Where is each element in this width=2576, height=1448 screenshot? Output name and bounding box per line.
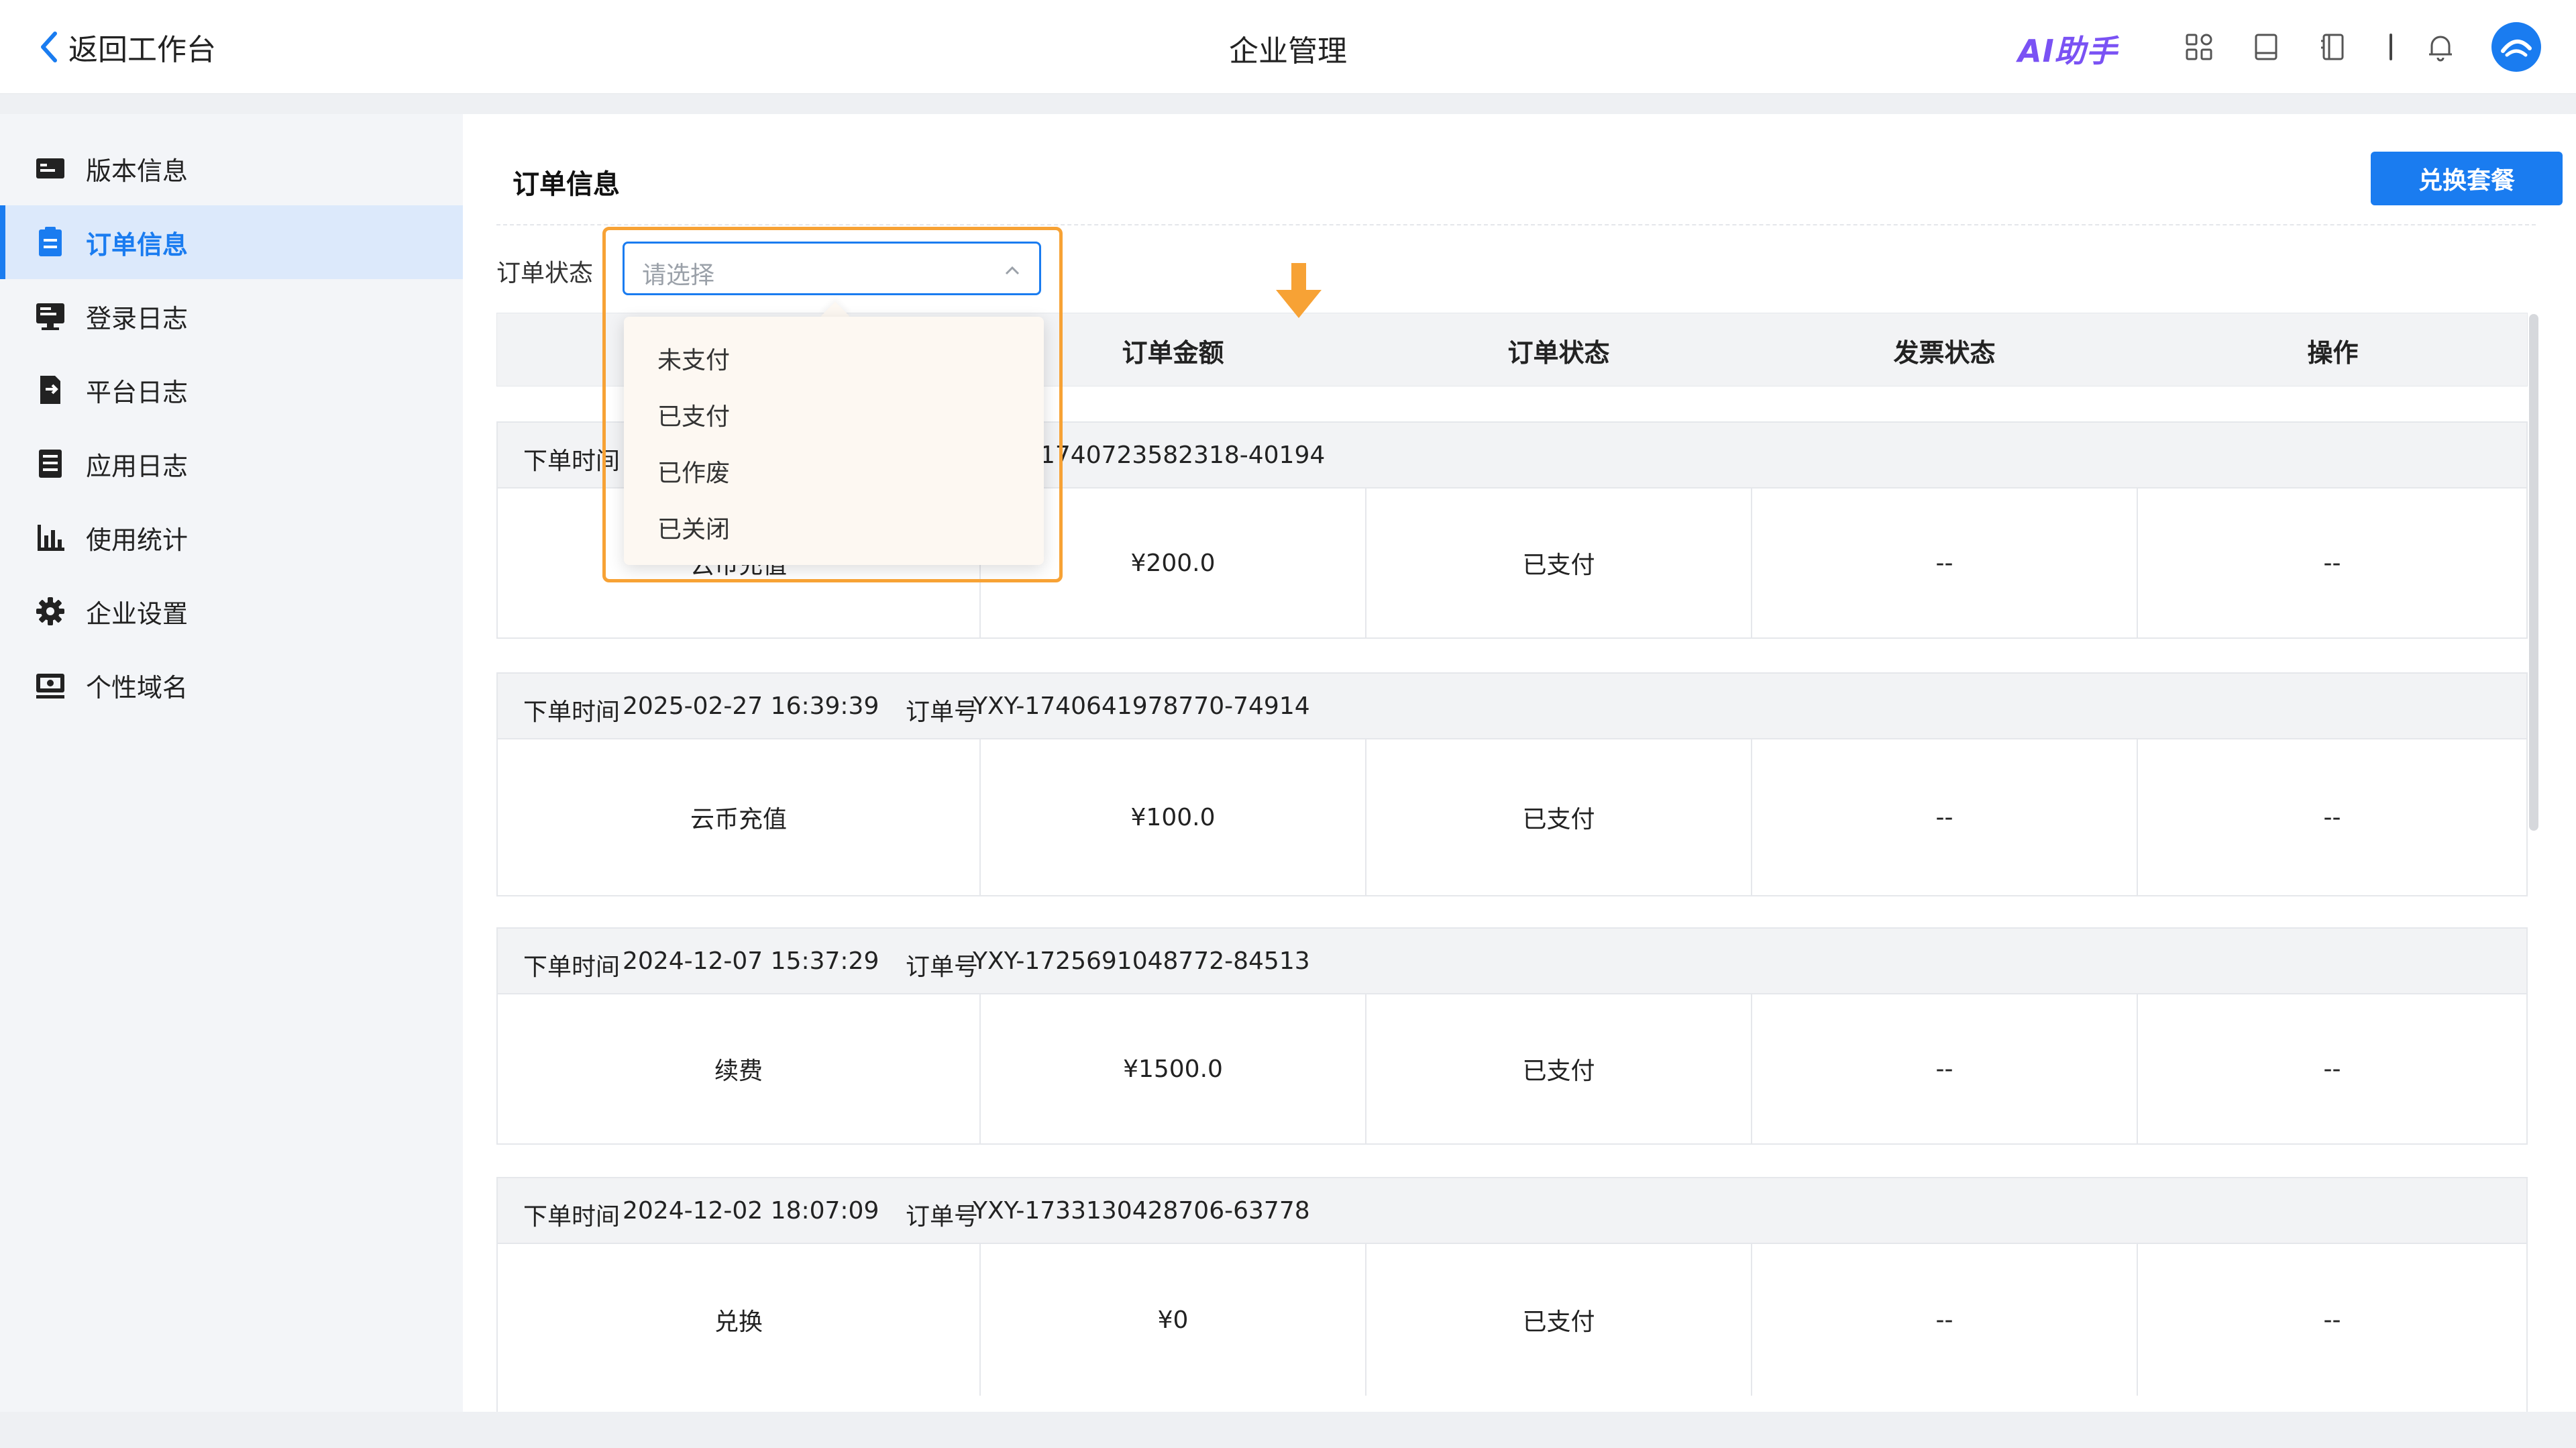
order-number: YXY-1740641978770-74914 bbox=[973, 692, 1310, 720]
order-action: -- bbox=[2323, 549, 2341, 577]
list-icon bbox=[39, 450, 62, 478]
order-row: 下单时间 2024-12-02 18:07:09 订单号 YXY-1733130… bbox=[496, 1177, 2528, 1412]
order-time: 2024-12-02 18:07:09 bbox=[623, 1197, 879, 1225]
order-number-label: 订单号 bbox=[906, 1203, 979, 1231]
ai-assistant-button[interactable]: AI助手 bbox=[2018, 27, 2118, 71]
card-icon bbox=[36, 158, 64, 178]
back-label: 返回工作台 bbox=[68, 33, 216, 67]
order-amount: ¥100.0 bbox=[981, 739, 1366, 895]
sidebar-item-label: 企业设置 bbox=[86, 599, 189, 629]
notebook-icon[interactable] bbox=[2316, 30, 2351, 64]
order-time: 2025-02-27 16:39:39 bbox=[623, 692, 879, 720]
sidebar-item-version-info[interactable]: 版本信息 bbox=[0, 132, 463, 205]
invoice-status: -- bbox=[1752, 739, 2138, 895]
highlight-box bbox=[602, 227, 1063, 582]
sidebar-item-custom-domain[interactable]: 个性域名 bbox=[0, 648, 463, 722]
order-action: -- bbox=[2323, 1055, 2341, 1083]
order-amount: ¥1500.0 bbox=[981, 994, 1366, 1143]
chevron-left-icon bbox=[41, 32, 57, 62]
main-panel: 版本信息 订单信息 登录日志 平台日志 应用日志 使用统计 企业设置 个性域名 bbox=[0, 114, 2576, 1412]
order-action: -- bbox=[2323, 803, 2341, 831]
order-row-header: 下单时间 2025-02-27 16:39:39 订单号 YXY-1740641… bbox=[498, 674, 2526, 739]
invoice-status: -- bbox=[1752, 488, 2138, 637]
gear-icon bbox=[36, 597, 64, 625]
sidebar-item-platform-log[interactable]: 平台日志 bbox=[0, 353, 463, 427]
down-arrow-icon bbox=[1276, 263, 1322, 318]
sidebar-item-enterprise-settings[interactable]: 企业设置 bbox=[0, 574, 463, 648]
order-status: 已支付 bbox=[1366, 488, 1752, 637]
order-product: 续费 bbox=[498, 994, 981, 1143]
sidebar-item-login-log[interactable]: 登录日志 bbox=[0, 279, 463, 353]
order-number-label: 订单号 bbox=[906, 953, 979, 981]
sidebar-item-usage-stats[interactable]: 使用统计 bbox=[0, 501, 463, 574]
doc-export-icon bbox=[40, 376, 60, 404]
order-icon bbox=[39, 227, 62, 256]
order-row-header: 下单时间 2024-12-02 18:07:09 订单号 YXY-1733130… bbox=[498, 1178, 2526, 1244]
order-number: YXY-1733130428706-63778 bbox=[973, 1197, 1310, 1225]
table-scrollbar[interactable] bbox=[2529, 314, 2538, 831]
column-header-invoice: 发票状态 bbox=[1893, 338, 1996, 368]
order-status: 已支付 bbox=[1366, 1244, 1752, 1396]
sidebar-item-label: 版本信息 bbox=[86, 156, 189, 186]
sidebar-item-label: 个性域名 bbox=[86, 672, 189, 703]
order-time-label: 下单时间 bbox=[523, 953, 621, 981]
avatar-logo-icon bbox=[2501, 40, 2532, 57]
bell-icon[interactable] bbox=[2423, 30, 2458, 64]
sidebar-item-label: 平台日志 bbox=[86, 377, 189, 407]
section-divider bbox=[496, 224, 2536, 225]
invoice-status: -- bbox=[1752, 994, 2138, 1143]
domain-icon bbox=[36, 674, 64, 699]
order-row: 下单时间 2024-12-07 15:37:29 订单号 YXY-1725691… bbox=[496, 927, 2528, 1145]
top-bar: 返回工作台 企业管理 AI助手 bbox=[0, 0, 2576, 94]
order-time-label: 下单时间 bbox=[523, 699, 621, 726]
sidebar-item-app-log[interactable]: 应用日志 bbox=[0, 427, 463, 501]
order-amount: ¥0 bbox=[981, 1244, 1366, 1396]
toolbar-divider bbox=[2390, 34, 2392, 60]
order-product: 云币充值 bbox=[498, 739, 981, 895]
sidebar-item-label: 使用统计 bbox=[86, 525, 189, 555]
order-status: 已支付 bbox=[1366, 739, 1752, 895]
order-number-label: 订单号 bbox=[906, 699, 979, 726]
order-product: 兑换 bbox=[498, 1244, 981, 1396]
invoice-status: -- bbox=[1752, 1244, 2138, 1396]
order-time-label: 下单时间 bbox=[523, 1203, 621, 1231]
section-title: 订单信息 bbox=[513, 169, 620, 200]
avatar[interactable] bbox=[2491, 22, 2541, 72]
order-row-header: 下单时间 2024-12-07 15:37:29 订单号 YXY-1725691… bbox=[498, 929, 2526, 994]
bar-chart-icon bbox=[38, 525, 64, 551]
exchange-package-button[interactable]: 兑换套餐 bbox=[2371, 152, 2563, 205]
content-area: 订单信息 兑换套餐 订单状态 请选择 订单金额 订单状态 发票状态 操作 下单时… bbox=[463, 114, 2576, 1412]
book-icon[interactable] bbox=[2249, 30, 2284, 64]
sidebar: 版本信息 订单信息 登录日志 平台日志 应用日志 使用统计 企业设置 个性域名 bbox=[0, 114, 463, 1412]
back-to-workbench-button[interactable]: 返回工作台 bbox=[39, 25, 216, 68]
page-title: 企业管理 bbox=[1229, 34, 1347, 68]
sidebar-item-label: 订单信息 bbox=[86, 229, 189, 260]
column-header-action: 操作 bbox=[2307, 338, 2359, 368]
order-status: 已支付 bbox=[1366, 994, 1752, 1143]
order-action: -- bbox=[2323, 1306, 2341, 1334]
sidebar-item-label: 应用日志 bbox=[86, 451, 189, 481]
sidebar-item-label: 登录日志 bbox=[86, 303, 189, 333]
monitor-icon bbox=[36, 303, 64, 330]
order-time: 2024-12-07 15:37:29 bbox=[623, 947, 879, 975]
order-status-filter-label: 订单状态 bbox=[496, 260, 594, 287]
column-header-status: 订单状态 bbox=[1507, 338, 1610, 368]
sidebar-item-order-info[interactable]: 订单信息 bbox=[0, 205, 463, 279]
order-row: 下单时间 2025-02-27 16:39:39 订单号 YXY-1740641… bbox=[496, 672, 2528, 896]
apps-icon[interactable] bbox=[2182, 30, 2216, 64]
order-number: YXY-1725691048772-84513 bbox=[973, 947, 1310, 975]
order-number: 1740723582318-40194 bbox=[1040, 442, 1326, 469]
